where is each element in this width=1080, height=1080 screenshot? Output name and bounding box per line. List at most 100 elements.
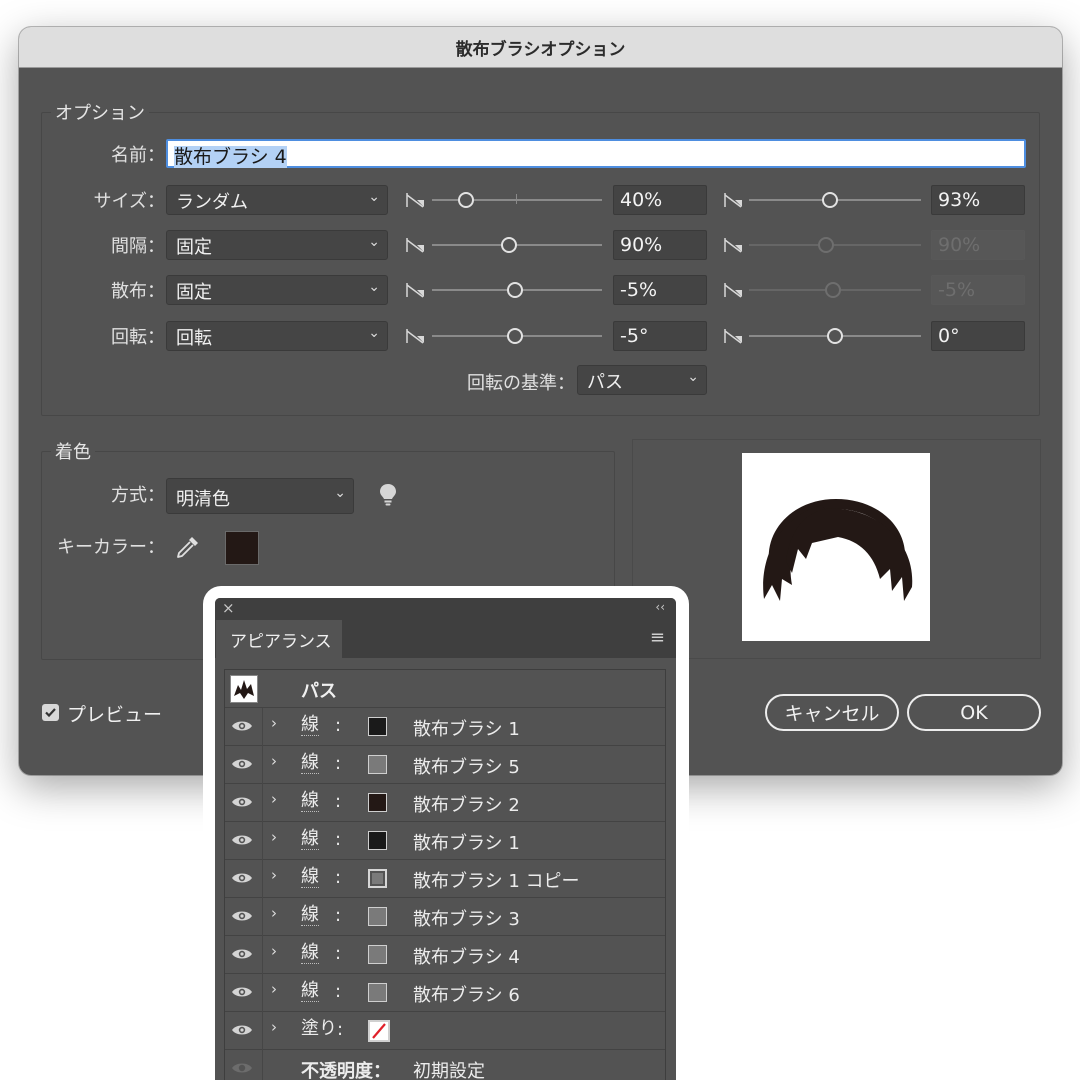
pressure-sensitivity-icon[interactable]	[406, 190, 426, 210]
stroke-color-swatch[interactable]	[368, 831, 387, 850]
max-value-field[interactable]: 0°	[931, 321, 1025, 351]
pressure-sensitivity-icon[interactable]	[724, 280, 744, 300]
coloring-legend: 着色	[51, 438, 95, 464]
visibility-eye-icon[interactable]	[231, 985, 253, 999]
chevron-right-icon[interactable]: ›	[271, 904, 277, 922]
max-value-field[interactable]: 93%	[931, 185, 1025, 215]
cancel-button[interactable]: キャンセル	[765, 694, 899, 731]
fill-none-swatch[interactable]	[368, 1020, 390, 1042]
opacity-row[interactable]: 不透明度： 初期設定	[225, 1050, 665, 1080]
stroke-colon: :	[335, 981, 342, 1002]
pressure-sensitivity-icon[interactable]	[406, 235, 426, 255]
stroke-row[interactable]: › 線 : 散布ブラシ 1 コピー	[225, 860, 665, 898]
min-value-field[interactable]: 90%	[613, 230, 707, 260]
stroke-kind-label[interactable]: 線	[301, 943, 319, 964]
rotation-basis-value: パス	[587, 372, 623, 393]
tips-lightbulb-icon[interactable]	[379, 483, 397, 507]
stroke-row[interactable]: › 線 : 散布ブラシ 3	[225, 898, 665, 936]
visibility-eye-icon[interactable]	[231, 795, 253, 809]
param-label: 散布：	[111, 281, 165, 302]
stroke-row[interactable]: › 線 : 散布ブラシ 1	[225, 822, 665, 860]
stroke-color-swatch[interactable]	[368, 945, 387, 964]
preview-checkbox[interactable]	[42, 704, 59, 721]
pressure-sensitivity-icon[interactable]	[406, 326, 426, 346]
tab-appearance[interactable]: アピアランス	[216, 620, 342, 658]
pressure-sensitivity-icon[interactable]	[406, 280, 426, 300]
stroke-color-swatch[interactable]	[368, 755, 387, 774]
min-slider-knob[interactable]	[500, 237, 517, 253]
stroke-colon: :	[335, 791, 342, 812]
visibility-eye-icon[interactable]	[231, 1023, 253, 1037]
visibility-eye-icon[interactable]	[231, 947, 253, 961]
chevron-right-icon[interactable]: ›	[271, 942, 277, 960]
fill-kind-label[interactable]: 塗り	[301, 1019, 337, 1039]
opacity-label[interactable]: 不透明度：	[301, 1057, 391, 1080]
stroke-colon: :	[335, 753, 342, 774]
stroke-kind-label[interactable]: 線	[301, 715, 319, 736]
eyedropper-icon[interactable]	[175, 534, 201, 560]
pressure-sensitivity-icon[interactable]	[724, 326, 744, 346]
param-mode-select[interactable]: 回転 ⌄	[166, 321, 388, 351]
stroke-row[interactable]: › 線 : 散布ブラシ 2	[225, 784, 665, 822]
collapse-icon[interactable]: ‹‹	[655, 600, 665, 614]
ok-button[interactable]: OK	[907, 694, 1041, 731]
rotation-basis-select[interactable]: パス ⌄	[577, 365, 707, 395]
stroke-color-swatch[interactable]	[368, 793, 387, 812]
min-value-field[interactable]: -5°	[613, 321, 707, 351]
chevron-right-icon[interactable]: ›	[271, 828, 277, 846]
name-input[interactable]: 散布ブラシ 4	[166, 139, 1026, 168]
appearance-header-row[interactable]: パス	[225, 670, 665, 708]
stroke-color-swatch[interactable]	[368, 983, 387, 1002]
stroke-color-swatch[interactable]	[368, 869, 387, 888]
stroke-kind-label[interactable]: 線	[301, 981, 319, 1002]
chevron-right-icon[interactable]: ›	[271, 714, 277, 732]
stroke-kind-label[interactable]: 線	[301, 791, 319, 812]
max-slider-knob[interactable]	[827, 328, 843, 344]
visibility-eye-icon[interactable]	[231, 909, 253, 923]
min-slider-knob[interactable]	[458, 192, 474, 208]
stroke-brush-name: 散布ブラシ 1	[413, 833, 520, 854]
chevron-right-icon[interactable]: ›	[271, 866, 277, 884]
panel-menu-icon[interactable]: ≡	[650, 627, 665, 648]
min-value-field[interactable]: 40%	[613, 185, 707, 215]
visibility-eye-icon[interactable]	[231, 833, 253, 847]
brush-preview-canvas	[742, 453, 930, 641]
header-path-label: パス	[301, 681, 337, 702]
fill-row[interactable]: › 塗り :	[225, 1012, 665, 1050]
param-mode-value: 固定	[176, 282, 212, 303]
min-value-field[interactable]: -5%	[613, 275, 707, 305]
row-separator	[262, 974, 263, 1012]
visibility-eye-icon[interactable]	[231, 719, 253, 733]
param-mode-select[interactable]: ランダム ⌄	[166, 185, 388, 215]
stroke-row[interactable]: › 線 : 散布ブラシ 4	[225, 936, 665, 974]
stroke-kind-label[interactable]: 線	[301, 867, 319, 888]
close-icon[interactable]: ×	[222, 599, 235, 617]
preview-area	[632, 439, 1041, 659]
row-separator	[262, 936, 263, 974]
max-slider-knob[interactable]	[821, 192, 838, 208]
stroke-row[interactable]: › 線 : 散布ブラシ 1	[225, 708, 665, 746]
stroke-colon: :	[335, 867, 342, 888]
stroke-kind-label[interactable]: 線	[301, 905, 319, 926]
stroke-kind-label[interactable]: 線	[301, 829, 319, 850]
key-color-swatch[interactable]	[225, 531, 259, 565]
chevron-right-icon[interactable]: ›	[271, 752, 277, 770]
chevron-right-icon[interactable]: ›	[271, 980, 277, 998]
chevron-right-icon[interactable]: ›	[271, 1018, 277, 1036]
pressure-sensitivity-icon[interactable]	[724, 235, 744, 255]
stroke-color-swatch[interactable]	[368, 907, 387, 926]
key-color-label: キーカラー：	[57, 537, 165, 558]
stroke-kind-label[interactable]: 線	[301, 753, 319, 774]
stroke-row[interactable]: › 線 : 散布ブラシ 5	[225, 746, 665, 784]
stroke-row[interactable]: › 線 : 散布ブラシ 6	[225, 974, 665, 1012]
param-mode-select[interactable]: 固定 ⌄	[166, 230, 388, 260]
visibility-eye-icon[interactable]	[231, 871, 253, 885]
stroke-color-swatch[interactable]	[368, 717, 387, 736]
pressure-sensitivity-icon[interactable]	[724, 190, 744, 210]
visibility-eye-icon[interactable]	[231, 757, 253, 771]
param-mode-select[interactable]: 固定 ⌄	[166, 275, 388, 305]
method-select[interactable]: 明清色 ⌄	[166, 478, 354, 514]
name-input-value: 散布ブラシ 4	[174, 146, 287, 168]
chevron-right-icon[interactable]: ›	[271, 790, 277, 808]
min-slider-track[interactable]	[432, 244, 602, 246]
